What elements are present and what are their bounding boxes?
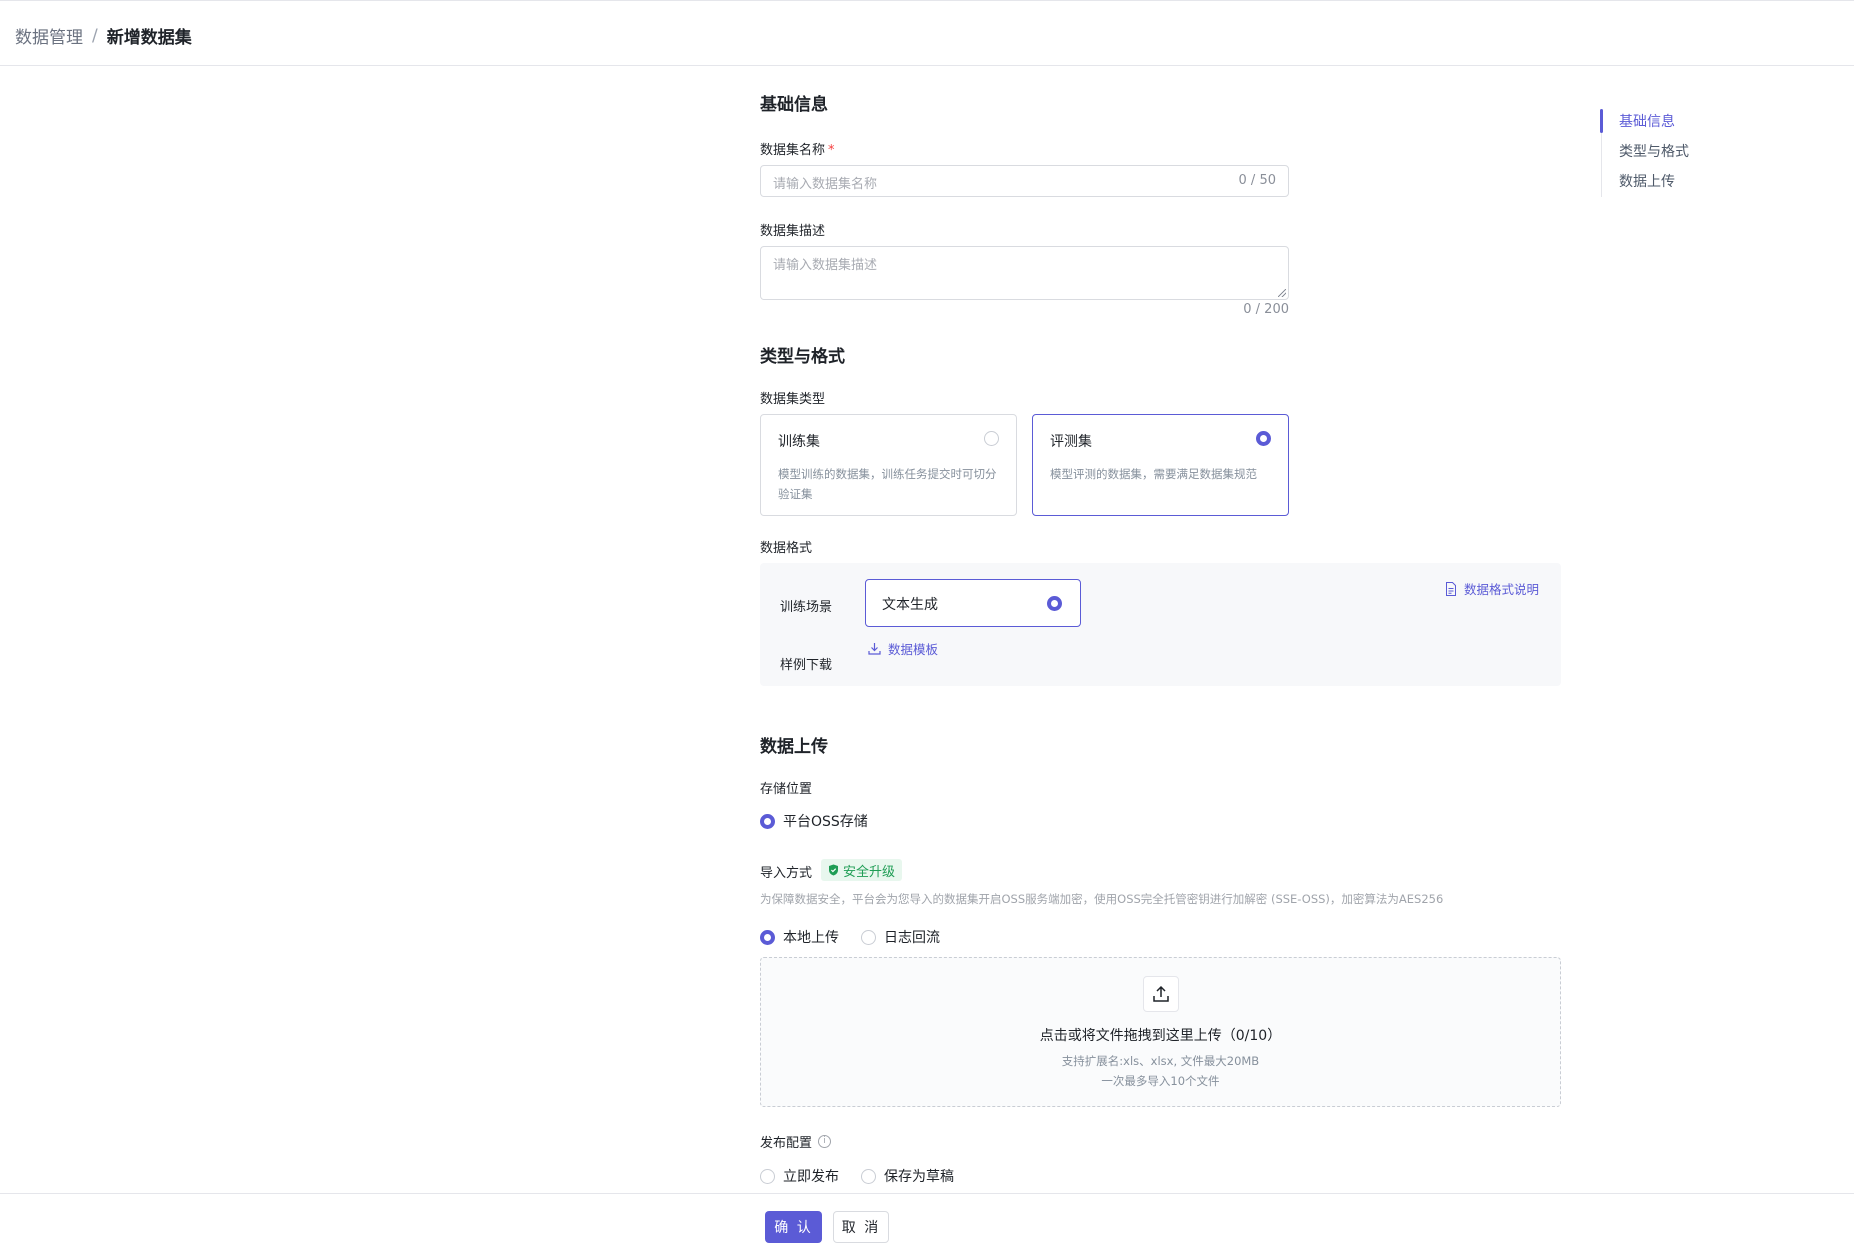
publish-radio-now[interactable] [760, 1168, 775, 1184]
publish-option-now[interactable]: 立即发布 [760, 1166, 839, 1186]
confirm-button[interactable]: 确 认 [765, 1211, 822, 1243]
dataset-desc-count: 0 / 200 [1243, 302, 1289, 317]
dataset-name-input[interactable]: 请输入数据集名称 0 / 50 [760, 165, 1289, 197]
footer-bar: 确 认 取 消 [0, 1193, 1854, 1257]
type-radio-train[interactable] [984, 431, 999, 446]
scene-option-text-generation[interactable]: 文本生成 [865, 579, 1081, 627]
data-format-doc-link[interactable]: 数据格式说明 [1445, 579, 1539, 598]
required-mark: * [828, 143, 835, 158]
dataset-desc-label: 数据集描述 [760, 224, 826, 239]
import-option-label: 日志回流 [884, 930, 940, 946]
type-card-train[interactable]: 训练集 模型训练的数据集，训练任务提交时可切分验证集 [760, 414, 1017, 516]
data-template-link[interactable]: 数据模板 [868, 639, 938, 658]
type-radio-eval[interactable] [1256, 431, 1271, 446]
upload-main-text: 点击或将文件拖拽到这里上传（0/10） [1039, 1028, 1282, 1044]
dataset-name-label: 数据集名称 * [760, 139, 835, 158]
storage-radio-group: 平台OSS存储 [760, 811, 885, 831]
section-title-upload: 数据上传 [760, 737, 828, 757]
anchor-item-type-format[interactable]: 类型与格式 [1619, 141, 1689, 161]
import-radio-local[interactable] [760, 929, 775, 945]
anchor-item-basic[interactable]: 基础信息 [1619, 111, 1675, 131]
upload-dropzone[interactable]: 点击或将文件拖拽到这里上传（0/10） 支持扩展名:xls、xlsx, 文件最大… [760, 957, 1561, 1107]
breadcrumb: 数据管理 / 新增数据集 [15, 23, 192, 49]
document-icon [1445, 581, 1456, 596]
publish-radio-group: 立即发布 保存为草稿 [760, 1166, 971, 1186]
upload-count-hint: 一次最多导入10个文件 [1101, 1074, 1220, 1088]
publish-option-label: 保存为草稿 [884, 1169, 954, 1185]
info-icon[interactable]: i [818, 1135, 832, 1148]
type-card-desc: 模型训练的数据集，训练任务提交时可切分验证集 [778, 467, 997, 501]
upload-icon [1153, 985, 1169, 1002]
type-card-desc: 模型评测的数据集，需要满足数据集规范 [1050, 467, 1257, 481]
breadcrumb-separator: / [92, 25, 98, 46]
download-icon [868, 643, 881, 655]
page: 数据管理 / 新增数据集 基础信息 数据集名称 * 请输入数据集名称 0 / 50… [0, 0, 1854, 1257]
breadcrumb-parent-link[interactable]: 数据管理 [15, 23, 83, 48]
security-hint: 为保障数据安全，平台会为您导入的数据集开启OSS服务端加密，使用OSS完全托管密… [760, 892, 1444, 906]
breadcrumb-current: 新增数据集 [106, 28, 192, 48]
publish-option-label: 立即发布 [783, 1169, 839, 1185]
import-mode-radio-group: 本地上传 日志回流 [760, 927, 957, 947]
type-card-eval[interactable]: 评测集 模型评测的数据集，需要满足数据集规范 [1032, 414, 1289, 516]
publish-config-label: 发布配置 i [760, 1132, 832, 1151]
anchor-nav: 基础信息 类型与格式 数据上传 [1600, 109, 1721, 197]
anchor-item-upload[interactable]: 数据上传 [1619, 171, 1675, 191]
publish-config-label-text: 发布配置 [760, 1136, 813, 1151]
type-card-title: 评测集 [1050, 434, 1092, 450]
import-radio-log[interactable] [861, 929, 876, 945]
import-option-label: 本地上传 [783, 930, 839, 946]
section-title-basic: 基础信息 [760, 95, 828, 115]
publish-radio-draft[interactable] [861, 1168, 876, 1184]
security-badge-label: 安全升级 [843, 864, 896, 880]
data-format-doc-label: 数据格式说明 [1463, 582, 1539, 597]
data-format-panel: 训练场景 文本生成 数据格式说明 样例下载 数据模板 [760, 563, 1561, 686]
anchor-active-indicator [1600, 109, 1603, 133]
section-title-type-format: 类型与格式 [760, 347, 845, 367]
cancel-button[interactable]: 取 消 [833, 1211, 889, 1243]
publish-option-draft[interactable]: 保存为草稿 [861, 1166, 954, 1186]
dataset-name-placeholder: 请输入数据集名称 [773, 177, 878, 192]
resize-handle[interactable] [1278, 289, 1286, 297]
security-badge: 安全升级 [821, 859, 903, 881]
data-template-label: 数据模板 [888, 642, 939, 657]
scene-radio[interactable] [1047, 596, 1062, 611]
upload-extension-hint: 支持扩展名:xls、xlsx, 文件最大20MB [1061, 1054, 1260, 1068]
scene-label: 训练场景 [780, 600, 833, 615]
import-option-log[interactable]: 日志回流 [861, 927, 940, 947]
shield-icon [829, 864, 838, 876]
type-card-title: 训练集 [778, 434, 820, 450]
dataset-name-count: 0 / 50 [1238, 173, 1276, 188]
storage-option-oss[interactable]: 平台OSS存储 [760, 811, 868, 831]
storage-option-label: 平台OSS存储 [783, 814, 868, 830]
storage-label: 存储位置 [760, 782, 813, 797]
import-option-local[interactable]: 本地上传 [760, 927, 839, 947]
dataset-desc-textarea[interactable]: 请输入数据集描述 [760, 246, 1289, 300]
dataset-name-label-text: 数据集名称 [760, 143, 826, 158]
dataset-desc-placeholder: 请输入数据集描述 [773, 258, 878, 273]
scene-option-label: 文本生成 [882, 597, 938, 613]
header: 数据管理 / 新增数据集 [0, 0, 1854, 66]
sample-download-label: 样例下载 [780, 658, 833, 673]
upload-icon-box [1143, 976, 1179, 1012]
dataset-type-label: 数据集类型 [760, 392, 826, 407]
import-mode-label: 导入方式 [760, 866, 813, 881]
storage-radio-oss[interactable] [760, 813, 775, 829]
data-format-label: 数据格式 [760, 541, 813, 556]
